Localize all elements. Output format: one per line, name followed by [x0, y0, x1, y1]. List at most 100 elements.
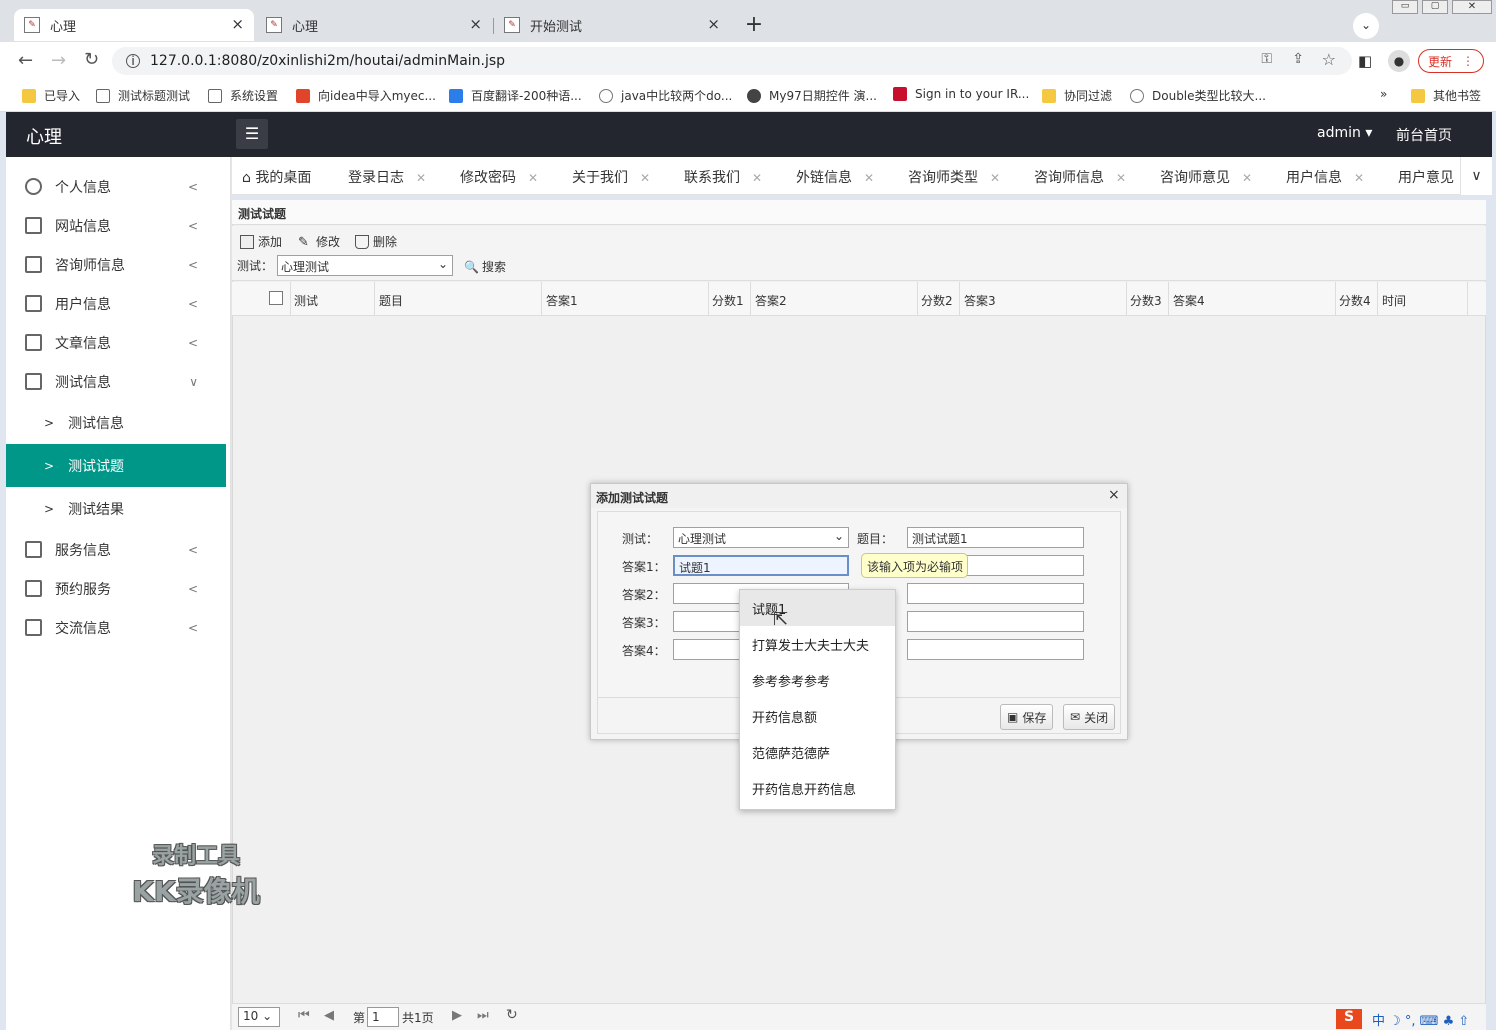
- bookmark-item[interactable]: 协同过滤: [1042, 87, 1112, 104]
- back-icon[interactable]: ←: [18, 50, 33, 71]
- next-page-icon[interactable]: ▶: [452, 1008, 462, 1023]
- bookmarks-more[interactable]: »: [1380, 87, 1387, 101]
- close-tab-icon[interactable]: ×: [707, 15, 720, 33]
- autocomplete-item[interactable]: 打算发士大夫士大夫: [740, 626, 895, 662]
- sidebar-item-website[interactable]: 网站信息 <: [6, 206, 226, 245]
- bookmark-item[interactable]: 测试标题测试: [96, 87, 190, 104]
- refresh-icon[interactable]: ↻: [506, 1007, 518, 1023]
- close-icon[interactable]: ✕: [1116, 171, 1126, 185]
- tab-password[interactable]: 修改密码 ✕: [460, 167, 538, 187]
- close-icon[interactable]: ✕: [1354, 171, 1364, 185]
- tab-contact[interactable]: 联系我们 ✕: [684, 167, 762, 187]
- minimize-icon[interactable]: ▭: [1392, 0, 1418, 14]
- tab-search-icon[interactable]: ⌄: [1353, 13, 1379, 39]
- autocomplete-item[interactable]: 开药信息开药信息: [740, 770, 895, 806]
- page-size-select[interactable]: 10 ⌄: [238, 1007, 280, 1027]
- autocomplete-item[interactable]: 试题1: [740, 590, 895, 626]
- score2-input[interactable]: [907, 583, 1084, 604]
- maximize-icon[interactable]: ▢: [1422, 0, 1448, 14]
- close-icon[interactable]: ✕: [990, 171, 1000, 185]
- bookmark-item[interactable]: Double类型比较大...: [1130, 87, 1266, 104]
- update-button[interactable]: 更新 ⋮: [1418, 49, 1484, 73]
- close-icon[interactable]: ✕: [752, 171, 762, 185]
- home-link[interactable]: 前台首页: [1396, 125, 1452, 145]
- column-header-answer3[interactable]: 答案3: [964, 292, 996, 309]
- bookmark-item[interactable]: 百度翻译-200种语...: [449, 87, 582, 104]
- window-close-icon[interactable]: ✕: [1452, 0, 1492, 14]
- tab-counselor-type[interactable]: 咨询师类型 ✕: [908, 167, 1000, 187]
- sidebar-item-tests[interactable]: 测试信息 ∨: [6, 362, 226, 401]
- tab-user-feedback[interactable]: 用户意见: [1398, 167, 1454, 187]
- save-button[interactable]: ▣ 保存: [1000, 704, 1054, 730]
- close-button[interactable]: ✉ 关闭: [1063, 704, 1116, 730]
- bookmark-item[interactable]: My97日期控件 演...: [747, 87, 877, 104]
- other-bookmarks[interactable]: 其他书签: [1411, 87, 1481, 104]
- column-header-time[interactable]: 时间: [1382, 292, 1406, 309]
- url-bar[interactable]: i 127.0.0.1:8080/z0xinlishi2m/houtai/adm…: [112, 47, 1352, 75]
- sidebar-subitem-test-questions[interactable]: > 测试试题: [6, 444, 226, 487]
- sidebar-item-exchange[interactable]: 交流信息 <: [6, 608, 226, 647]
- bookmark-item[interactable]: 向idea中导入myec...: [296, 87, 436, 104]
- close-icon[interactable]: ✕: [864, 171, 874, 185]
- title-input[interactable]: 测试试题1: [907, 527, 1084, 548]
- close-icon[interactable]: ✕: [528, 171, 538, 185]
- forward-icon[interactable]: →: [51, 50, 66, 71]
- column-header-score4[interactable]: 分数4: [1339, 292, 1371, 309]
- new-tab-button[interactable]: +: [740, 12, 768, 40]
- close-tab-icon[interactable]: ×: [469, 15, 482, 33]
- first-page-icon[interactable]: ⏮: [298, 1008, 310, 1023]
- share-icon[interactable]: ⇪: [1292, 51, 1304, 67]
- sidebar-item-personal[interactable]: 个人信息 <: [6, 167, 226, 206]
- test-filter-select[interactable]: 心理测试 ⌄: [277, 255, 453, 276]
- sidebar-subitem-test-info[interactable]: > 测试信息: [6, 401, 226, 444]
- close-tab-icon[interactable]: ×: [231, 15, 244, 33]
- column-header-score3[interactable]: 分数3: [1130, 292, 1162, 309]
- user-menu[interactable]: admin ▾: [1317, 125, 1372, 141]
- menu-toggle-icon[interactable]: ☰: [236, 119, 268, 149]
- column-header-score1[interactable]: 分数1: [712, 292, 744, 309]
- dialog-close-icon[interactable]: ×: [1108, 487, 1120, 503]
- bookmark-item[interactable]: 已导入: [22, 87, 80, 104]
- browser-tab-1[interactable]: ✎ 心理 ×: [14, 9, 254, 41]
- tab-desktop[interactable]: ⌂ 我的桌面: [242, 167, 311, 187]
- info-icon[interactable]: i: [126, 54, 140, 68]
- autocomplete-item[interactable]: 参考参考参考: [740, 662, 895, 698]
- column-header-test[interactable]: 测试: [294, 292, 318, 309]
- page-input[interactable]: 1: [367, 1007, 399, 1027]
- sidebar-item-booking[interactable]: 预约服务 <: [6, 569, 226, 608]
- sidepanel-icon[interactable]: ◧: [1358, 52, 1372, 70]
- select-all-checkbox[interactable]: [269, 291, 283, 305]
- profile-icon[interactable]: ●: [1388, 50, 1410, 72]
- column-header-answer1[interactable]: 答案1: [546, 292, 578, 309]
- star-icon[interactable]: ☆: [1322, 50, 1336, 69]
- add-button[interactable]: 添加: [240, 233, 282, 250]
- sidebar-item-services[interactable]: 服务信息 <: [6, 530, 226, 569]
- browser-tab-3[interactable]: ✎ 开始测试 ×: [494, 9, 730, 41]
- column-header-title[interactable]: 题目: [379, 292, 403, 309]
- test-select[interactable]: 心理测试 ⌄: [673, 527, 849, 548]
- edit-button[interactable]: ✎ 修改: [298, 233, 340, 250]
- close-icon[interactable]: ✕: [1242, 171, 1252, 185]
- reload-icon[interactable]: ↻: [84, 49, 99, 70]
- ime-status-icons[interactable]: 中 ☽ °, ⌨ ♣ ⇧: [1372, 1010, 1469, 1029]
- key-icon[interactable]: ⚿: [1261, 51, 1272, 67]
- sidebar-item-counselor[interactable]: 咨询师信息 <: [6, 245, 226, 284]
- sogou-icon[interactable]: S: [1336, 1009, 1362, 1029]
- bookmark-item[interactable]: 系统设置: [208, 87, 278, 104]
- score4-input[interactable]: [907, 639, 1084, 660]
- tab-links[interactable]: 外链信息 ✕: [796, 167, 874, 187]
- close-icon[interactable]: ✕: [640, 171, 650, 185]
- tab-about[interactable]: 关于我们 ✕: [572, 167, 650, 187]
- sidebar-subitem-test-results[interactable]: > 测试结果: [6, 487, 226, 530]
- column-header-answer4[interactable]: 答案4: [1173, 292, 1205, 309]
- sidebar-item-articles[interactable]: 文章信息 <: [6, 323, 226, 362]
- sidebar-item-users[interactable]: 用户信息 <: [6, 284, 226, 323]
- tabs-more-icon[interactable]: ∨: [1460, 157, 1492, 195]
- autocomplete-item[interactable]: 开药信息额: [740, 698, 895, 734]
- prev-page-icon[interactable]: ◀: [324, 1008, 334, 1023]
- answer1-input[interactable]: 试题1: [673, 555, 849, 576]
- bookmark-item[interactable]: java中比较两个do...: [599, 87, 732, 104]
- browser-tab-2[interactable]: ✎ 心理 ×: [256, 9, 492, 41]
- tab-counselor-feedback[interactable]: 咨询师意见 ✕: [1160, 167, 1252, 187]
- autocomplete-item[interactable]: 范德萨范德萨: [740, 734, 895, 770]
